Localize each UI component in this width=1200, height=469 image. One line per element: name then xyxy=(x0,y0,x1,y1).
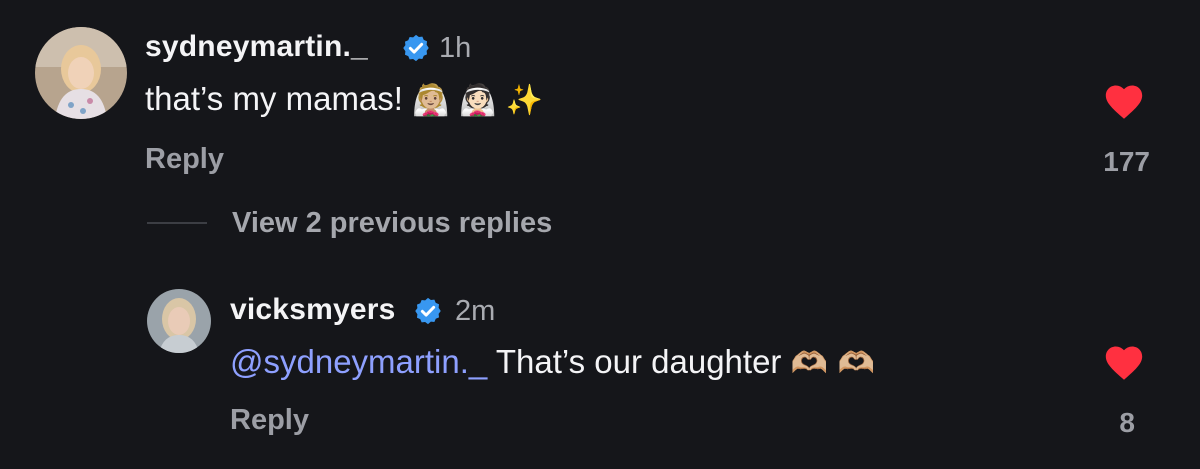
verified-badge-icon xyxy=(403,34,429,62)
avatar-photo-sydney xyxy=(35,27,127,119)
avatar-vicksmyers[interactable] xyxy=(147,289,211,353)
reply-reply-button[interactable]: Reply xyxy=(230,404,309,437)
replies-thread-line xyxy=(147,222,207,224)
avatar-photo-vicks xyxy=(147,289,211,353)
comment-reply-button[interactable]: Reply xyxy=(145,143,224,176)
reply-like-heart-icon[interactable] xyxy=(1102,341,1146,381)
comment-timestamp: 1h xyxy=(439,32,472,64)
comment-username[interactable]: sydneymartin._ xyxy=(145,30,368,64)
verified-badge-icon xyxy=(415,297,441,325)
view-previous-replies-button[interactable]: View 2 previous replies xyxy=(232,207,552,240)
comment-like-count: 177 xyxy=(1103,146,1150,177)
comment-text: that’s my mamas! 👰🏼 👰🏻 ✨ xyxy=(145,80,543,118)
reply-text-body: That’s our daughter xyxy=(487,343,791,380)
comment-like-heart-icon[interactable] xyxy=(1102,80,1146,120)
reply-text: @sydneymartin._ That’s our daughter 🫶🏼 🫶… xyxy=(230,343,875,381)
comment-text-body: that’s my mamas! xyxy=(145,80,413,117)
reply-timestamp: 2m xyxy=(455,295,496,327)
avatar-sydneymartin[interactable] xyxy=(35,27,127,119)
comment-emojis: 👰🏼 👰🏻 ✨ xyxy=(412,83,544,118)
reply-mention-link[interactable]: @sydneymartin._ xyxy=(230,343,487,380)
reply-username[interactable]: vicksmyers xyxy=(230,293,395,327)
reply-like-count: 8 xyxy=(1119,407,1135,438)
reply-emojis: 🫶🏼 🫶🏼 xyxy=(790,346,875,381)
